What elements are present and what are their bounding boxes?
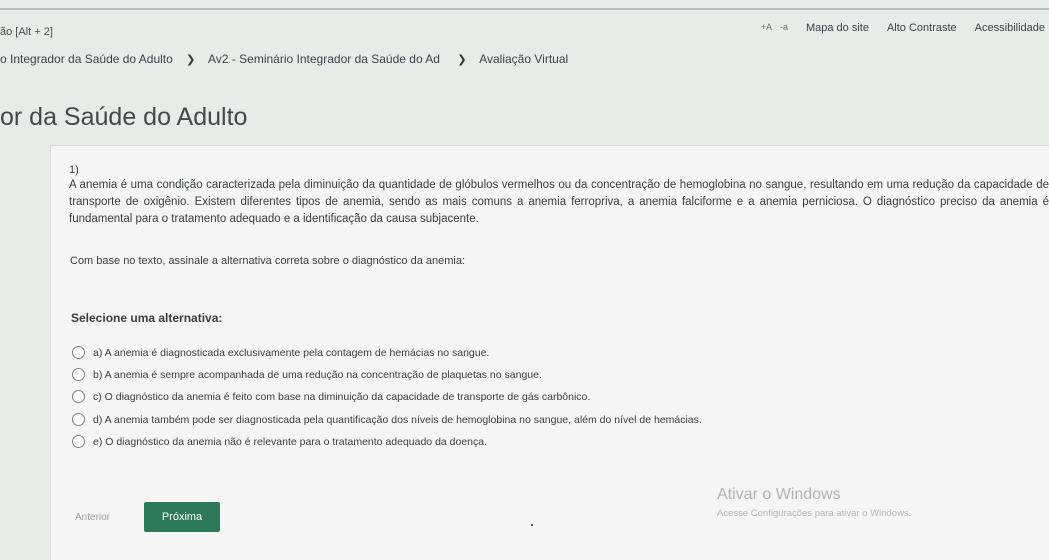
- option-d[interactable]: d) A anemia também pode ser diagnosticad…: [72, 413, 702, 426]
- accessibility-bar: ão [Alt + 2] +A -a Mapa do site Alto Con…: [0, 16, 1049, 42]
- option-label: b) A anemia é sempre acompanhada de uma …: [93, 368, 542, 381]
- option-e[interactable]: e) O diagnóstico da anemia não é relevan…: [72, 435, 487, 448]
- windows-activation-watermark-subtitle: Acesse Configurações para ativar o Windo…: [717, 508, 912, 519]
- radio-button[interactable]: [72, 390, 85, 403]
- option-c[interactable]: c) O diagnóstico da anemia é feito com b…: [72, 390, 590, 403]
- breadcrumb-item-course[interactable]: o Integrador da Saúde do Adulto: [0, 52, 173, 66]
- question-text: A anemia é uma condição caracterizada pe…: [69, 179, 1049, 225]
- option-label: a) A anemia é diagnosticada exclusivamen…: [93, 346, 490, 359]
- select-alternative-label: Selecione uma alternativa:: [71, 311, 223, 325]
- breadcrumb: o Integrador da Saúde do Adulto ❯ Av2 - …: [0, 52, 568, 66]
- option-label: c) O diagnóstico da anemia é feito com b…: [93, 390, 591, 403]
- font-increase-button[interactable]: +A: [761, 22, 772, 34]
- radio-button[interactable]: [72, 368, 85, 381]
- skip-to-content-link[interactable]: ão [Alt + 2]: [0, 26, 53, 38]
- accessibility-links: +A -a Mapa do site Alto Contraste Acessi…: [761, 22, 1045, 34]
- page-title: or da Saúde do Adulto: [0, 103, 248, 131]
- breadcrumb-item-evaluation[interactable]: Avaliação Virtual: [479, 52, 568, 66]
- option-label: d) A anemia também pode ser diagnosticad…: [93, 413, 702, 426]
- question-prompt: Com base no texto, assinale a alternativ…: [70, 255, 466, 267]
- progress-dot: [531, 524, 533, 526]
- breadcrumb-item-seminar[interactable]: Av2 - Seminário Integrador da Saúde do A…: [208, 52, 440, 66]
- high-contrast-link[interactable]: Alto Contraste: [887, 22, 957, 34]
- accessibility-link[interactable]: Acessibilidade: [975, 22, 1045, 34]
- radio-button[interactable]: [72, 346, 85, 359]
- option-a[interactable]: a) A anemia é diagnosticada exclusivamen…: [72, 346, 489, 359]
- font-decrease-button[interactable]: -a: [780, 22, 788, 34]
- question-number: 1): [69, 164, 79, 176]
- previous-button[interactable]: Anterior: [75, 512, 110, 523]
- radio-button[interactable]: [72, 435, 85, 448]
- chevron-right-icon: ❯: [457, 54, 467, 66]
- next-button[interactable]: Próxima: [144, 502, 220, 532]
- top-divider: [0, 8, 1049, 10]
- radio-button[interactable]: [72, 413, 85, 426]
- chevron-right-icon: ❯: [186, 54, 196, 66]
- sitemap-link[interactable]: Mapa do site: [806, 22, 869, 34]
- windows-activation-watermark-title: Ativar o Windows: [717, 486, 841, 503]
- option-label: e) O diagnóstico da anemia não é relevan…: [93, 435, 488, 448]
- option-b[interactable]: b) A anemia é sempre acompanhada de uma …: [72, 368, 542, 381]
